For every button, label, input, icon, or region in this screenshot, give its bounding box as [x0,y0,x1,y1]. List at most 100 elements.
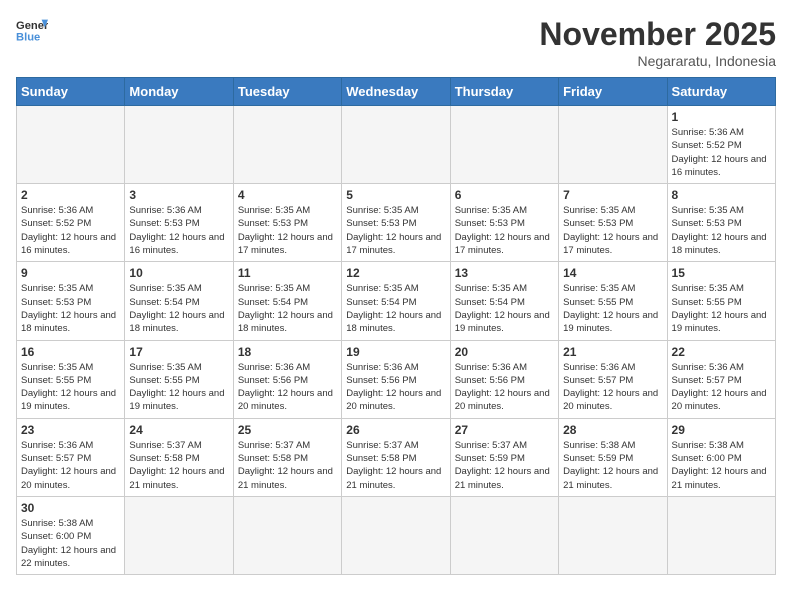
calendar-cell: 23 Sunrise: 5:36 AMSunset: 5:57 PMDayligh… [17,418,125,496]
calendar-cell: 3Sunrise: 5:36 AMSunset: 5:53 PMDaylight… [125,184,233,262]
calendar-cell [17,106,125,184]
day-info: Sunrise: 5:35 AMSunset: 5:54 PMDaylight:… [455,282,554,335]
day-number: 7 [563,188,662,202]
day-info: Sunrise: 5:35 AMSunset: 5:55 PMDaylight:… [672,282,771,335]
day-number: 28 [563,423,662,437]
calendar-cell: 11 Sunrise: 5:35 AMSunset: 5:54 PMDayligh… [233,262,341,340]
calendar-week-row: 1 Sunrise: 5:36 AMSunset: 5:52 PMDaylight… [17,106,776,184]
day-info: Sunrise: 5:38 AMSunset: 6:00 PMDaylight:… [21,517,120,570]
day-info: Sunrise: 5:35 AMSunset: 5:54 PMDaylight:… [238,282,337,335]
day-info: Sunrise: 5:35 AMSunset: 5:54 PMDaylight:… [346,282,445,335]
day-number: 26 [346,423,445,437]
day-number: 10 [129,266,228,280]
day-number: 9 [21,266,120,280]
calendar-cell: 13Sunrise: 5:35 AMSunset: 5:54 PMDayligh… [450,262,558,340]
calendar-cell [450,106,558,184]
col-header-monday: Monday [125,78,233,106]
day-number: 6 [455,188,554,202]
calendar-cell [450,496,558,574]
calendar-cell: 19 Sunrise: 5:36 AMSunset: 5:56 PMDayligh… [342,340,450,418]
day-number: 8 [672,188,771,202]
calendar-cell [342,106,450,184]
day-number: 29 [672,423,771,437]
calendar-cell: 22 Sunrise: 5:36 AMSunset: 5:57 PMDayligh… [667,340,775,418]
calendar-week-row: 2 Sunrise: 5:36 AMSunset: 5:52 PMDaylight… [17,184,776,262]
day-info: Sunrise: 5:37 AMSunset: 5:59 PMDaylight:… [455,439,554,492]
day-info: Sunrise: 5:35 AMSunset: 5:55 PMDaylight:… [563,282,662,335]
calendar-cell: 9 Sunrise: 5:35 AMSunset: 5:53 PMDaylight… [17,262,125,340]
calendar-week-row: 23 Sunrise: 5:36 AMSunset: 5:57 PMDayligh… [17,418,776,496]
day-info: Sunrise: 5:36 AMSunset: 5:52 PMDaylight:… [21,204,120,257]
day-info: Sunrise: 5:35 AMSunset: 5:53 PMDaylight:… [563,204,662,257]
day-number: 19 [346,345,445,359]
col-header-thursday: Thursday [450,78,558,106]
col-header-saturday: Saturday [667,78,775,106]
day-number: 14 [563,266,662,280]
day-info: Sunrise: 5:35 AMSunset: 5:55 PMDaylight:… [21,361,120,414]
logo-icon: General Blue [16,16,48,44]
day-number: 1 [672,110,771,124]
day-number: 4 [238,188,337,202]
calendar-cell [233,106,341,184]
day-number: 15 [672,266,771,280]
logo: General Blue [16,16,48,44]
calendar-cell: 24 Sunrise: 5:37 AMSunset: 5:58 PMDayligh… [125,418,233,496]
calendar-cell: 29Sunrise: 5:38 AMSunset: 6:00 PMDayligh… [667,418,775,496]
calendar-cell: 26 Sunrise: 5:37 AMSunset: 5:58 PMDayligh… [342,418,450,496]
title-block: November 2025 Negararatu, Indonesia [539,16,776,69]
calendar-cell [559,496,667,574]
day-number: 11 [238,266,337,280]
day-number: 12 [346,266,445,280]
location-subtitle: Negararatu, Indonesia [539,53,776,69]
calendar-table: SundayMondayTuesdayWednesdayThursdayFrid… [16,77,776,575]
calendar-cell [125,496,233,574]
day-number: 3 [129,188,228,202]
calendar-cell: 21 Sunrise: 5:36 AMSunset: 5:57 PMDayligh… [559,340,667,418]
day-info: Sunrise: 5:35 AMSunset: 5:53 PMDaylight:… [346,204,445,257]
calendar-week-row: 9 Sunrise: 5:35 AMSunset: 5:53 PMDaylight… [17,262,776,340]
calendar-cell: 28 Sunrise: 5:38 AMSunset: 5:59 PMDayligh… [559,418,667,496]
day-info: Sunrise: 5:37 AMSunset: 5:58 PMDaylight:… [129,439,228,492]
calendar-week-row: 30 Sunrise: 5:38 AMSunset: 6:00 PMDayligh… [17,496,776,574]
calendar-cell: 5 Sunrise: 5:35 AMSunset: 5:53 PMDaylight… [342,184,450,262]
calendar-cell: 27 Sunrise: 5:37 AMSunset: 5:59 PMDayligh… [450,418,558,496]
day-number: 5 [346,188,445,202]
calendar-cell: 10 Sunrise: 5:35 AMSunset: 5:54 PMDayligh… [125,262,233,340]
day-info: Sunrise: 5:36 AMSunset: 5:52 PMDaylight:… [672,126,771,179]
calendar-cell: 16Sunrise: 5:35 AMSunset: 5:55 PMDayligh… [17,340,125,418]
day-info: Sunrise: 5:35 AMSunset: 5:53 PMDaylight:… [21,282,120,335]
col-header-friday: Friday [559,78,667,106]
day-number: 23 [21,423,120,437]
calendar-cell: 12 Sunrise: 5:35 AMSunset: 5:54 PMDayligh… [342,262,450,340]
calendar-cell: 6Sunrise: 5:35 AMSunset: 5:53 PMDaylight… [450,184,558,262]
day-number: 24 [129,423,228,437]
day-info: Sunrise: 5:36 AMSunset: 5:56 PMDaylight:… [455,361,554,414]
month-year-title: November 2025 [539,16,776,53]
day-number: 30 [21,501,120,515]
day-number: 20 [455,345,554,359]
day-info: Sunrise: 5:35 AMSunset: 5:53 PMDaylight:… [672,204,771,257]
col-header-tuesday: Tuesday [233,78,341,106]
calendar-cell: 25Sunrise: 5:37 AMSunset: 5:58 PMDayligh… [233,418,341,496]
calendar-cell: 14 Sunrise: 5:35 AMSunset: 5:55 PMDayligh… [559,262,667,340]
day-number: 22 [672,345,771,359]
calendar-cell: 30 Sunrise: 5:38 AMSunset: 6:00 PMDayligh… [17,496,125,574]
day-info: Sunrise: 5:36 AMSunset: 5:57 PMDaylight:… [563,361,662,414]
calendar-cell: 20 Sunrise: 5:36 AMSunset: 5:56 PMDayligh… [450,340,558,418]
day-info: Sunrise: 5:36 AMSunset: 5:56 PMDaylight:… [346,361,445,414]
day-info: Sunrise: 5:36 AMSunset: 5:57 PMDaylight:… [21,439,120,492]
day-number: 27 [455,423,554,437]
calendar-week-row: 16Sunrise: 5:35 AMSunset: 5:55 PMDayligh… [17,340,776,418]
calendar-cell [342,496,450,574]
calendar-cell: 17Sunrise: 5:35 AMSunset: 5:55 PMDayligh… [125,340,233,418]
day-number: 2 [21,188,120,202]
calendar-cell [125,106,233,184]
day-number: 21 [563,345,662,359]
day-info: Sunrise: 5:38 AMSunset: 5:59 PMDaylight:… [563,439,662,492]
day-info: Sunrise: 5:36 AMSunset: 5:57 PMDaylight:… [672,361,771,414]
day-info: Sunrise: 5:35 AMSunset: 5:54 PMDaylight:… [129,282,228,335]
day-info: Sunrise: 5:37 AMSunset: 5:58 PMDaylight:… [346,439,445,492]
calendar-cell: 7 Sunrise: 5:35 AMSunset: 5:53 PMDaylight… [559,184,667,262]
svg-text:Blue: Blue [16,31,40,43]
col-header-sunday: Sunday [17,78,125,106]
